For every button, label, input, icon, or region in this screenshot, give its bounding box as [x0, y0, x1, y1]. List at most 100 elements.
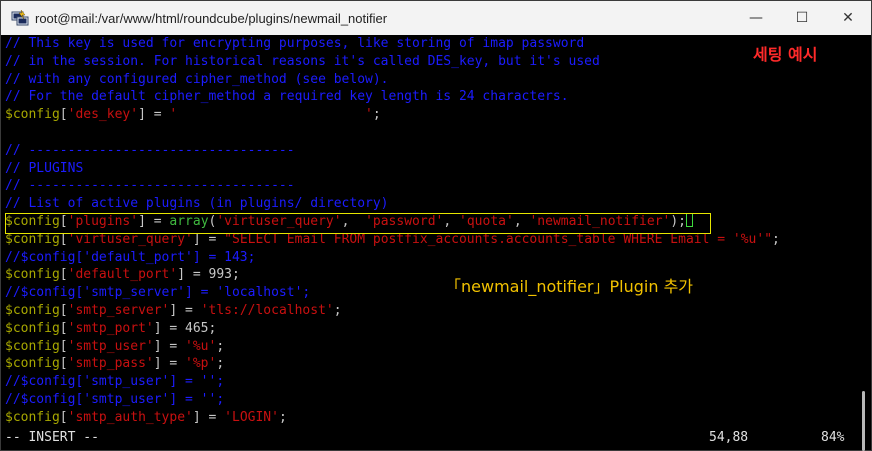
code-token: 'des_key': [67, 107, 139, 123]
code-token: // ----------------------------------: [5, 178, 295, 194]
code-token: ] =: [153, 338, 186, 354]
putty-icon[interactable]: [11, 9, 29, 27]
terminal-window: root@mail:/var/www/html/roundcube/plugin…: [0, 0, 872, 451]
maximize-icon: ☐: [795, 10, 809, 26]
code-token: ;: [278, 409, 287, 425]
code-token: "SELECT Email FROM postfix_accounts.acco…: [224, 231, 773, 247]
code-token: [: [59, 267, 68, 283]
vim-mode-indicator: -- INSERT --: [5, 430, 99, 445]
code-token: $config: [5, 356, 60, 372]
code-token: 'plugins': [67, 213, 139, 229]
code-token: $config: [5, 338, 60, 354]
code-token: $config: [5, 107, 60, 123]
text-cursor: [686, 212, 694, 227]
code-token: 'password': [365, 213, 444, 229]
code-token: 'smtp_port': [67, 320, 154, 336]
code-line: $config['des_key'] = ' ';: [5, 106, 855, 124]
code-line: // This key is used for encrypting purpo…: [5, 35, 855, 53]
code-line: //$config['smtp_server'] = 'localhost';: [5, 284, 855, 302]
code-token: 'default_port': [67, 267, 178, 283]
code-token: ] =: [138, 213, 170, 229]
code-token: ] =: [153, 356, 186, 372]
code-token: ,: [443, 213, 460, 229]
code-token: 'virtuser_query': [216, 213, 342, 229]
code-token: ,: [341, 213, 366, 229]
code-token: [: [59, 231, 68, 247]
code-line: //$config['default_port'] = 143;: [5, 249, 855, 267]
code-token: array: [169, 213, 209, 229]
code-token: [: [59, 356, 68, 372]
code-token: 'smtp_auth_type': [67, 409, 193, 425]
code-line: // For the default cipher_method a requi…: [5, 88, 855, 106]
code-token: $config: [5, 267, 60, 283]
code-token: // For the default cipher_method a requi…: [5, 89, 569, 105]
code-line: // ----------------------------------: [5, 177, 855, 195]
window-title: root@mail:/var/www/html/roundcube/plugin…: [35, 10, 388, 26]
code-token: // ----------------------------------: [5, 142, 295, 158]
code-token: '%u': [185, 338, 217, 354]
code-token: ] =: [192, 231, 225, 247]
code-token: 'smtp_pass': [67, 356, 154, 372]
code-token: 'quota': [459, 213, 514, 229]
annotation-settings-example: 세팅 예시: [753, 45, 818, 64]
annotation-plugin-note: 「newmail_notifier」Plugin 추가: [445, 277, 694, 296]
code-token: ;: [772, 231, 780, 247]
maximize-button[interactable]: ☐: [779, 1, 825, 35]
code-token: ] = 465;: [153, 320, 217, 336]
code-line: $config['smtp_pass'] = '%p';: [5, 355, 855, 373]
scrollbar[interactable]: [857, 35, 869, 451]
code-token: ] =: [138, 107, 170, 123]
minimize-button[interactable]: —: [733, 1, 779, 35]
code-line: // List of active plugins (in plugins/ d…: [5, 195, 855, 213]
code-token: //$config['smtp_server'] = 'localhost';: [5, 285, 311, 301]
code-token: ] =: [192, 409, 225, 425]
code-token: [: [59, 409, 68, 425]
code-token: // List of active plugins (in plugins/ d…: [5, 196, 389, 212]
code-token: // PLUGINS: [5, 160, 84, 176]
code-token: );: [670, 213, 687, 229]
code-token: 'smtp_server': [67, 302, 170, 318]
code-token: 'virtuser_query': [67, 231, 193, 247]
code-token: $config: [5, 213, 60, 229]
code-line: //$config['smtp_user'] = '';: [5, 391, 855, 409]
code-token: // This key is used for encrypting purpo…: [5, 36, 585, 51]
close-button[interactable]: ✕: [825, 1, 871, 35]
code-token: $config: [5, 231, 60, 247]
close-icon: ✕: [842, 10, 854, 26]
code-token: 'smtp_user': [67, 338, 154, 354]
code-token: [: [59, 107, 68, 123]
scrollbar-thumb[interactable]: [862, 391, 865, 451]
code-token: 'newmail_notifier': [529, 213, 671, 229]
scroll-percent: 84%: [821, 430, 845, 445]
code-token: 'LOGIN': [224, 409, 279, 425]
code-line: //$config['smtp_user'] = '';: [5, 373, 855, 391]
code-token: '%p': [185, 356, 217, 372]
code-line: // with any configured cipher_method (se…: [5, 71, 855, 89]
cursor-position: 54,88: [709, 430, 749, 445]
vim-status-line: -- INSERT -- 54,88 84%: [5, 430, 855, 448]
code-token: ;: [216, 338, 225, 354]
code-token: [: [59, 213, 68, 229]
title-bar[interactable]: root@mail:/var/www/html/roundcube/plugin…: [1, 1, 871, 35]
code-token: [: [59, 338, 68, 354]
code-token: 'tls://localhost': [200, 302, 334, 318]
code-token: // with any configured cipher_method (se…: [5, 71, 389, 87]
code-token: [: [59, 302, 68, 318]
code-token: ] =: [169, 302, 201, 318]
code-line: $config['smtp_user'] = '%u';: [5, 338, 855, 356]
code-token: $config: [5, 409, 60, 425]
code-token: //$config['smtp_user'] = '';: [5, 374, 225, 390]
code-token: ;: [372, 107, 381, 123]
terminal-content[interactable]: // This key is used for encrypting purpo…: [5, 35, 855, 450]
code-token: //$config['smtp_user'] = '';: [5, 391, 225, 407]
code-line: $config['default_port'] = 993;: [5, 266, 855, 284]
code-token: ;: [333, 302, 342, 318]
code-line: $config['smtp_auth_type'] = 'LOGIN';: [5, 409, 855, 427]
code-line: $config['smtp_server'] = 'tls://localhos…: [5, 302, 855, 320]
code-token: // in the session. For historical reason…: [5, 53, 600, 69]
code-line: // ----------------------------------: [5, 142, 855, 160]
code-line: $config['smtp_port'] = 465;: [5, 320, 855, 338]
code-token: ,: [513, 213, 530, 229]
window-controls: — ☐ ✕: [733, 1, 871, 35]
